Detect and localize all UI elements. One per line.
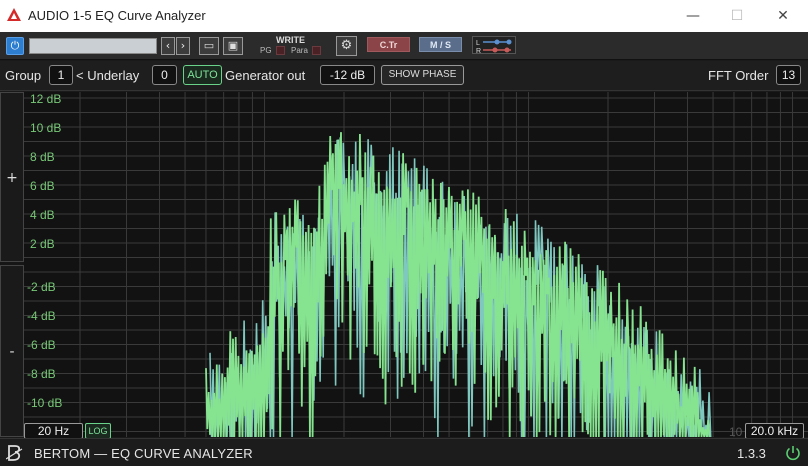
- para-label: Para: [291, 46, 308, 55]
- underlay-field[interactable]: 0: [152, 65, 177, 85]
- db-axis-label: -4 dB: [27, 309, 56, 323]
- host-toolbar: ⏻ ‹ › ▭ ▣ WRITE PG Para ⚙ C.Tr M / S L R: [0, 32, 808, 60]
- bypass-power-button[interactable]: ⏻: [6, 37, 24, 55]
- preset-next-button[interactable]: ›: [176, 37, 190, 55]
- app-logo-icon: [7, 8, 21, 21]
- zoom-panel: + -: [0, 92, 24, 437]
- db-axis-label: -2 dB: [27, 280, 56, 294]
- lr-l-label: L: [476, 40, 480, 47]
- pg-label: PG: [260, 46, 272, 55]
- preset-field[interactable]: [29, 38, 157, 54]
- footer-bar: BERTOM — EQ CURVE ANALYZER 1.3.3: [0, 438, 808, 466]
- minimize-icon[interactable]: —: [678, 4, 708, 28]
- write-label: WRITE: [276, 35, 305, 45]
- window-title: AUDIO 1-5 EQ Curve Analyzer: [28, 8, 206, 23]
- db-axis-label: 10 dB: [30, 121, 61, 135]
- lr-r-label: R: [476, 48, 481, 55]
- bertom-logo-icon: [6, 445, 23, 461]
- footer-title: BERTOM — EQ CURVE ANALYZER: [34, 446, 253, 461]
- db-axis-label: 4 dB: [30, 208, 55, 222]
- db-axis-label: 8 dB: [30, 150, 55, 164]
- window-titlebar: AUDIO 1-5 EQ Curve Analyzer — ☐ ✕: [0, 0, 808, 32]
- db-axis-label: -6 dB: [27, 338, 56, 352]
- group-field[interactable]: 1: [49, 65, 73, 85]
- maximize-icon[interactable]: ☐: [722, 4, 752, 28]
- auto-button[interactable]: AUTO: [183, 65, 222, 85]
- log-toggle-button[interactable]: LOG: [85, 423, 111, 439]
- db-axis-label: -10 dB: [27, 396, 62, 410]
- plugin-panel: ⏻ ‹ › ▭ ▣ WRITE PG Para ⚙ C.Tr M / S L R: [0, 32, 808, 466]
- ctr-button[interactable]: C.Tr: [367, 37, 410, 52]
- fft-order-field[interactable]: 13: [776, 65, 801, 85]
- pg-led[interactable]: [276, 46, 285, 55]
- control-row: Group 1 < Underlay 0 AUTO Generator out …: [0, 61, 808, 91]
- underlay-label: < Underlay: [76, 68, 140, 83]
- group-label: Group: [5, 68, 42, 83]
- fft-order-label: FFT Order: [708, 68, 769, 83]
- db-axis-label: -8 dB: [27, 367, 56, 381]
- show-phase-button[interactable]: SHOW PHASE: [381, 65, 464, 85]
- settings-gear-icon[interactable]: ⚙: [336, 36, 357, 56]
- zoom-in-button[interactable]: +: [0, 92, 24, 262]
- freq-ghost-label: 10: [729, 425, 743, 439]
- db-axis-label: 2 dB: [30, 237, 55, 251]
- power-icon[interactable]: [784, 444, 802, 462]
- generator-out-label: Generator out: [225, 68, 306, 83]
- db-axis-label: 6 dB: [30, 179, 55, 193]
- save-disk-icon[interactable]: ▣: [223, 37, 243, 55]
- analyzer-curve-primary: [205, 132, 711, 437]
- generator-out-field[interactable]: -12 dB: [320, 65, 375, 85]
- para-led[interactable]: [312, 46, 321, 55]
- zoom-out-button[interactable]: -: [0, 265, 24, 437]
- lr-link-button[interactable]: L R: [472, 36, 516, 55]
- close-icon[interactable]: ✕: [768, 4, 798, 28]
- freq-min-field[interactable]: 20 Hz: [24, 423, 83, 439]
- eq-curve-graph[interactable]: 12 dB 10 dB 8 dB 6 dB 4 dB 2 dB -2 dB -4 dB -6 d…: [24, 92, 808, 437]
- eq-curve-svg: 12 dB 10 dB 8 dB 6 dB 4 dB 2 dB -2 dB -4 dB -6 d…: [24, 92, 808, 437]
- open-folder-icon[interactable]: ▭: [199, 37, 219, 55]
- freq-max-field[interactable]: 20.0 kHz: [745, 423, 804, 439]
- version-label: 1.3.3: [737, 446, 766, 461]
- db-axis-label: 12 dB: [30, 92, 61, 106]
- ms-button[interactable]: M / S: [419, 37, 462, 52]
- preset-prev-button[interactable]: ‹: [161, 37, 175, 55]
